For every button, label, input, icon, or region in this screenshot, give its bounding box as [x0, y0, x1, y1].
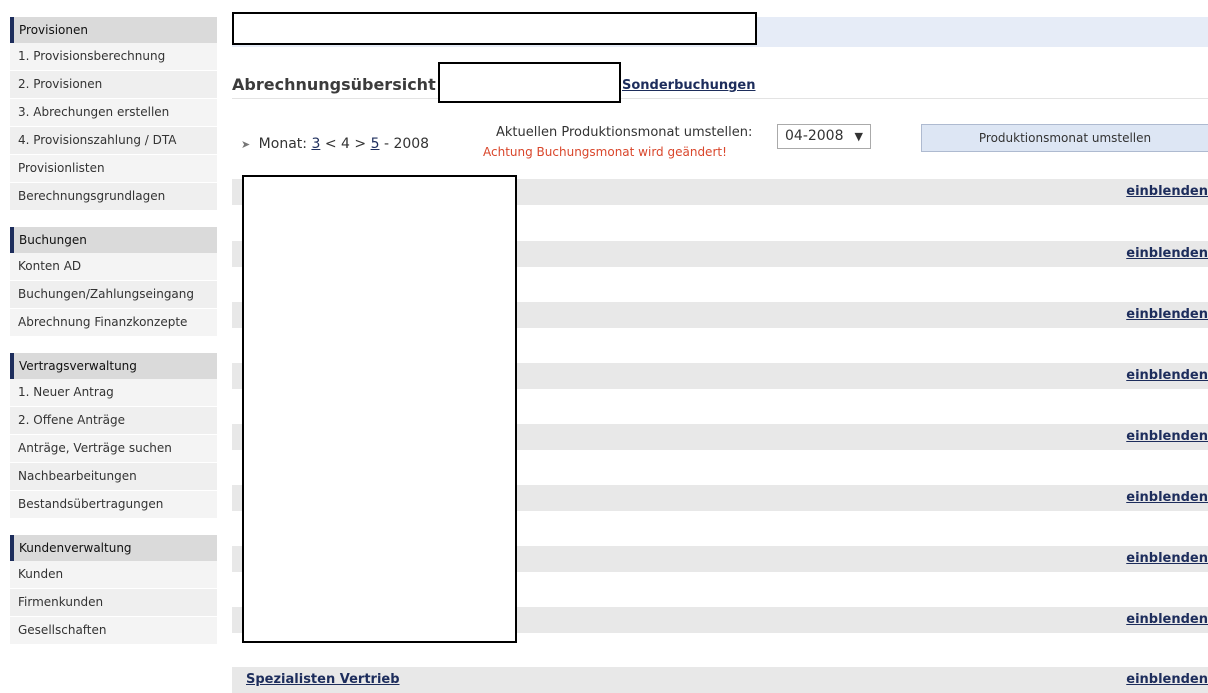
- sidebar-item-provisionlisten[interactable]: Provisionlisten: [10, 155, 217, 183]
- sidebar-item-abrechnung-finanzkonzepte[interactable]: Abrechnung Finanzkonzepte: [10, 309, 217, 337]
- redacted-area: [438, 62, 621, 103]
- show-toggle-link[interactable]: einblenden: [1126, 184, 1208, 199]
- month-separator: -: [383, 136, 389, 152]
- sidebar-group-header[interactable]: Kundenverwaltung: [10, 535, 217, 561]
- show-toggle-link[interactable]: einblenden: [1126, 307, 1208, 322]
- sidebar-group-header[interactable]: Buchungen: [10, 227, 217, 253]
- month-prev-link[interactable]: 3: [311, 136, 320, 152]
- production-month-select[interactable]: 04-2008 ▼: [777, 124, 871, 149]
- sidebar-item-nachbearbeitungen[interactable]: Nachbearbeitungen: [10, 463, 217, 491]
- sidebar-group-header[interactable]: Vertragsverwaltung: [10, 353, 217, 379]
- production-month-button[interactable]: Produktionsmonat umstellen: [921, 124, 1208, 152]
- sidebar-group-kundenverwaltung: Kundenverwaltung Kunden Firmenkunden Ges…: [10, 535, 217, 645]
- production-month-label: Aktuellen Produktionsmonat umstellen:: [496, 125, 753, 140]
- sidebar-item-konten-ad[interactable]: Konten AD: [10, 253, 217, 281]
- show-toggle-link[interactable]: einblenden: [1126, 429, 1208, 444]
- redacted-area: [242, 175, 517, 643]
- sidebar-item-neuer-antrag[interactable]: 1. Neuer Antrag: [10, 379, 217, 407]
- month-current: 4: [341, 136, 350, 152]
- sidebar-group-header[interactable]: Provisionen: [10, 17, 217, 43]
- redacted-area: [232, 12, 757, 45]
- sidebar-item-antraege-suchen[interactable]: Anträge, Verträge suchen: [10, 435, 217, 463]
- tab-sonderbuchungen[interactable]: Sonderbuchungen: [622, 78, 756, 93]
- show-toggle-link[interactable]: einblenden: [1126, 612, 1208, 627]
- tab-abrechnungsuebersicht[interactable]: Abrechnungsübersicht: [232, 75, 436, 94]
- sidebar-item-provisionszahlung[interactable]: 4. Provisionszahlung / DTA: [10, 127, 217, 155]
- sidebar-group-provisionen: Provisionen 1. Provisionsberechnung 2. P…: [10, 17, 217, 211]
- sidebar-item-berechnungsgrundlagen[interactable]: Berechnungsgrundlagen: [10, 183, 217, 211]
- sidebar-item-provisionen[interactable]: 2. Provisionen: [10, 71, 217, 99]
- month-prev-arrow: <: [324, 136, 337, 152]
- sidebar-item-kunden[interactable]: Kunden: [10, 561, 217, 589]
- show-toggle-link[interactable]: einblenden: [1126, 490, 1208, 505]
- show-toggle-link[interactable]: einblenden: [1126, 246, 1208, 261]
- sidebar-item-provisionsberechnung[interactable]: 1. Provisionsberechnung: [10, 43, 217, 71]
- month-next-arrow: >: [354, 136, 367, 152]
- list-row: Spezialisten Vertrieb einblenden: [232, 667, 1208, 693]
- sidebar-item-buchungen-zahlungseingang[interactable]: Buchungen/Zahlungseingang: [10, 281, 217, 309]
- month-label: Monat:: [258, 136, 307, 152]
- bullet-icon: ➤: [241, 138, 251, 151]
- show-toggle-link[interactable]: einblenden: [1126, 551, 1208, 566]
- production-month-warning: Achtung Buchungsmonat wird geändert!: [483, 145, 727, 159]
- tab-bar: Abrechnungsübersicht Sonderbuchungen: [232, 75, 1208, 99]
- chevron-down-icon: ▼: [854, 130, 863, 143]
- sidebar-item-bestandsuebertragungen[interactable]: Bestandsübertragungen: [10, 491, 217, 519]
- sidebar-group-buchungen: Buchungen Konten AD Buchungen/Zahlungsei…: [10, 227, 217, 337]
- sidebar-item-offene-antraege[interactable]: 2. Offene Anträge: [10, 407, 217, 435]
- month-next-link[interactable]: 5: [371, 136, 380, 152]
- sidebar-item-firmenkunden[interactable]: Firmenkunden: [10, 589, 217, 617]
- production-month-value: 04-2008: [785, 128, 844, 144]
- sidebar-group-vertragsverwaltung: Vertragsverwaltung 1. Neuer Antrag 2. Of…: [10, 353, 217, 519]
- row-name-spezialisten-vertrieb[interactable]: Spezialisten Vertrieb: [246, 672, 400, 687]
- show-toggle-link[interactable]: einblenden: [1126, 368, 1208, 383]
- month-navigation: ➤ Monat: 3 < 4 > 5 - 2008: [241, 136, 429, 152]
- sidebar-item-gesellschaften[interactable]: Gesellschaften: [10, 617, 217, 645]
- month-year: 2008: [393, 136, 430, 152]
- show-toggle-link[interactable]: einblenden: [1126, 672, 1208, 687]
- sidebar: Provisionen 1. Provisionsberechnung 2. P…: [10, 17, 217, 661]
- sidebar-item-abrechungen-erstellen[interactable]: 3. Abrechungen erstellen: [10, 99, 217, 127]
